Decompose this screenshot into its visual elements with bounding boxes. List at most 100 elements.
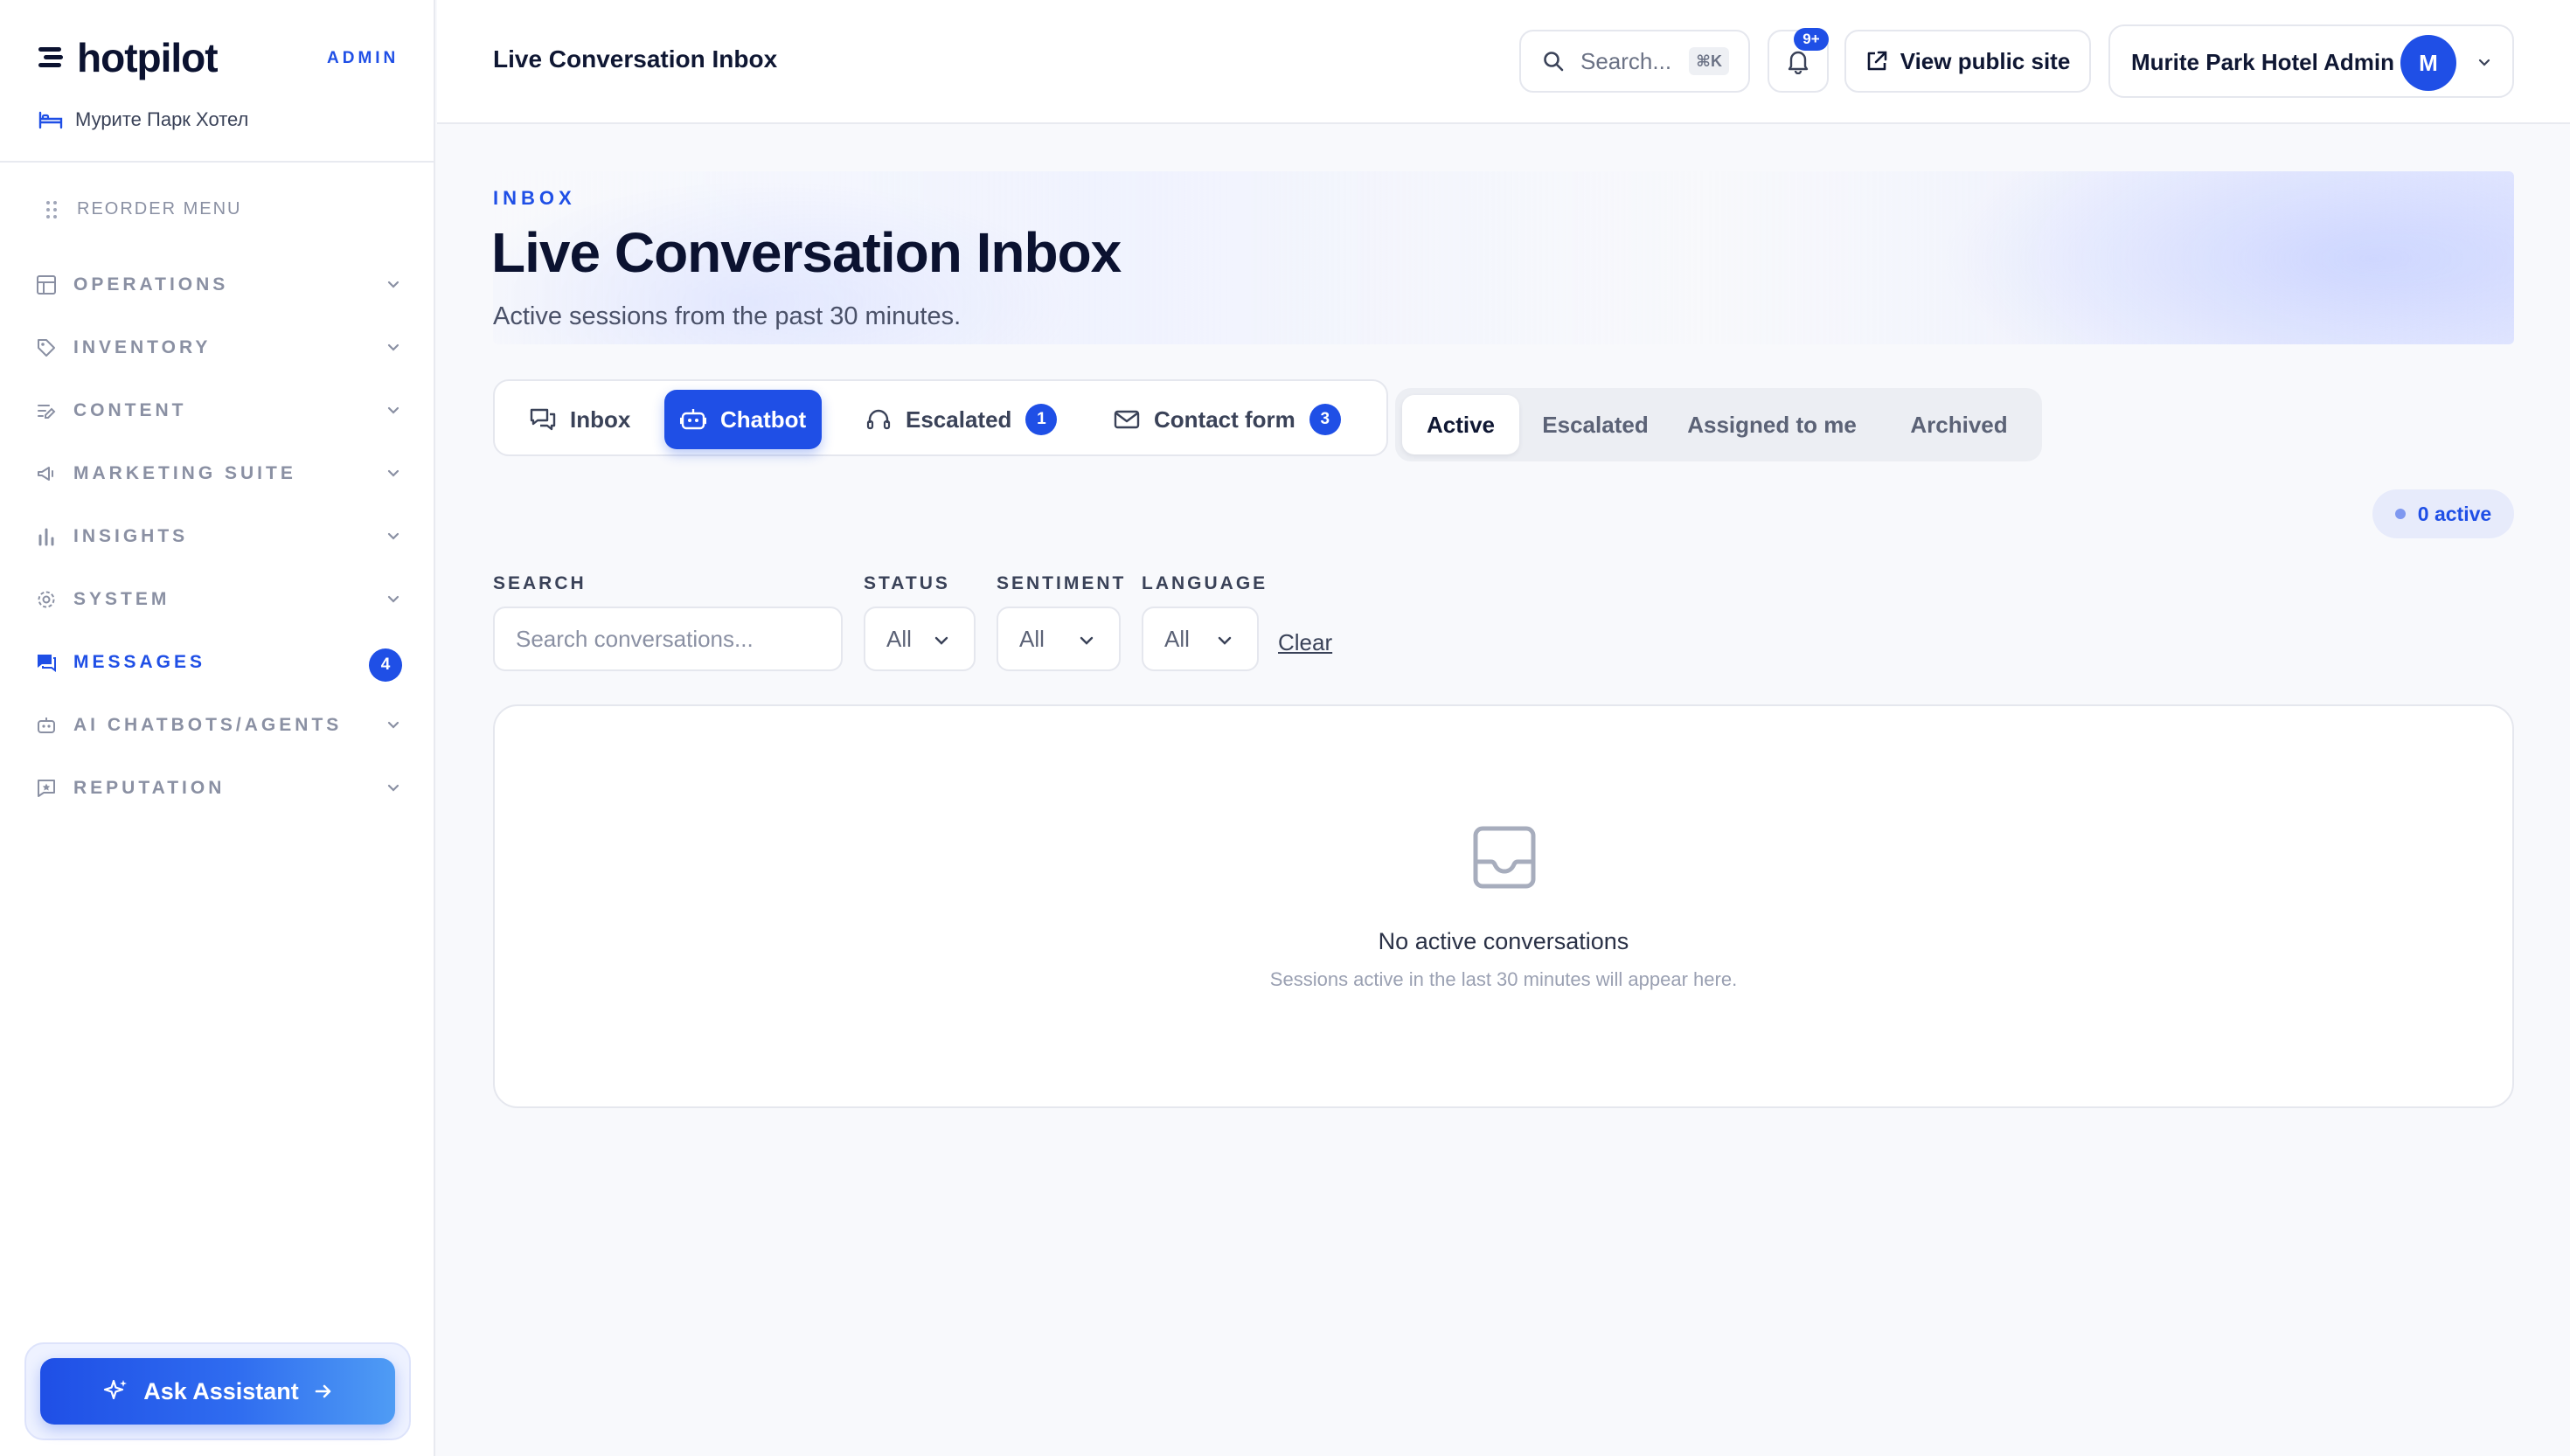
tab-chatbot[interactable]: Chatbot <box>664 390 823 449</box>
chevron-down-icon <box>387 406 399 414</box>
sidebar-item-label: CONTENT <box>73 400 187 420</box>
avatar: M <box>2400 35 2456 91</box>
review-icon <box>35 777 58 800</box>
topbar-title: Live Conversation Inbox <box>493 45 778 73</box>
user-menu-button[interactable]: Murite Park Hotel Admin M <box>2108 24 2514 98</box>
user-name: Murite Park Hotel Admin <box>2131 49 2394 75</box>
sidebar-item-ai-chatbots[interactable]: AI CHATBOTS/AGENTS <box>35 694 402 757</box>
search-icon <box>1544 52 1564 72</box>
tab-escalated-status[interactable]: Escalated <box>1530 395 1661 454</box>
gear-icon <box>35 588 58 611</box>
tab-archived[interactable]: Archived <box>1885 395 2033 454</box>
sentiment-select-value: All <box>1019 625 1045 652</box>
tab-label: Escalated <box>906 406 1012 433</box>
reorder-menu-button[interactable]: REORDER MENU <box>45 199 241 219</box>
sidebar-item-content[interactable]: CONTENT <box>35 379 402 442</box>
active-count-label: 0 active <box>2417 502 2492 525</box>
bed-icon <box>38 111 63 129</box>
tab-label: Contact form <box>1154 406 1295 433</box>
topbar: Live Conversation Inbox Search... ⌘K 9+ … <box>437 0 2570 124</box>
sidebar-item-inventory[interactable]: INVENTORY <box>35 316 402 379</box>
sidebar-item-label: REPUTATION <box>73 778 226 798</box>
hotel-name: Мурите Парк Хотел <box>75 108 249 130</box>
notifications-badge: 9+ <box>1794 28 1829 51</box>
edit-icon <box>35 399 58 422</box>
hotel-selector[interactable]: Мурите Парк Хотел <box>38 108 248 131</box>
admin-tag: ADMIN <box>327 49 399 67</box>
drag-handle-icon <box>46 200 57 218</box>
bot-icon <box>680 409 706 430</box>
reorder-menu-label: REORDER MENU <box>77 199 242 218</box>
chevron-down-icon <box>1218 636 1232 645</box>
chevron-down-icon <box>1080 636 1094 645</box>
sidebar-item-label: MARKETING SUITE <box>73 463 296 483</box>
inbox-chat-icon <box>530 408 556 431</box>
sidebar-item-messages[interactable]: MESSAGES 4 <box>35 631 402 694</box>
brand-logo[interactable]: hotpilot <box>38 31 219 84</box>
sidebar-item-label: INSIGHTS <box>73 526 189 546</box>
tab-label: Inbox <box>570 406 631 433</box>
empty-state-title: No active conversations <box>1378 928 1629 954</box>
brand-name: hotpilot <box>77 35 219 80</box>
clear-filters-link[interactable]: Clear <box>1278 629 1332 656</box>
chevron-down-icon <box>387 281 399 288</box>
megaphone-icon <box>35 462 58 485</box>
language-select[interactable]: All <box>1142 607 1259 671</box>
global-search[interactable]: Search... ⌘K <box>1519 30 1750 93</box>
assistant-container: Ask Assistant <box>24 1342 411 1440</box>
sidebar-item-label: AI CHATBOTS/AGENTS <box>73 715 343 735</box>
sidebar-item-label: OPERATIONS <box>73 274 229 295</box>
tab-contact-form[interactable]: Contact form 3 <box>1098 390 1357 449</box>
arrow-right-icon <box>315 1384 331 1398</box>
sidebar-item-marketing-suite[interactable]: MARKETING SUITE <box>35 442 402 505</box>
channel-tabs: Inbox Chatbot Escalated 1 Contact form 3 <box>493 379 1388 456</box>
escalated-count-badge: 1 <box>1025 404 1058 435</box>
sentiment-select[interactable]: All <box>997 607 1121 671</box>
sidebar-item-label: MESSAGES <box>73 652 206 672</box>
tab-active[interactable]: Active <box>1402 395 1519 454</box>
sidebar: hotpilot ADMIN Мурите Парк Хотел REORDER… <box>0 0 435 1456</box>
sparkle-icon <box>104 1379 128 1400</box>
inbox-tray-icon <box>1473 826 1536 889</box>
headset-icon <box>866 409 891 430</box>
page-subtitle: Active sessions from the past 30 minutes… <box>493 302 962 330</box>
sidebar-item-label: INVENTORY <box>73 337 212 357</box>
ask-assistant-label: Ask Assistant <box>143 1377 299 1404</box>
status-dot <box>2394 509 2406 519</box>
tag-icon <box>35 336 58 359</box>
sidebar-item-operations[interactable]: OPERATIONS <box>35 253 402 316</box>
status-select[interactable]: All <box>864 607 976 671</box>
tab-escalated[interactable]: Escalated 1 <box>850 390 1073 449</box>
contact-form-count-badge: 3 <box>1309 404 1341 435</box>
layout-icon <box>35 274 58 296</box>
chevron-down-icon <box>387 721 399 729</box>
global-search-placeholder: Search... <box>1580 47 1672 74</box>
tab-assigned-to-me[interactable]: Assigned to me <box>1671 395 1872 454</box>
ask-assistant-button[interactable]: Ask Assistant <box>40 1358 395 1425</box>
sidebar-item-insights[interactable]: INSIGHTS <box>35 505 402 568</box>
tab-inbox[interactable]: Inbox <box>514 390 646 449</box>
status-filter-label: STATUS <box>864 573 950 593</box>
bell-icon <box>1788 51 1809 74</box>
language-select-value: All <box>1164 625 1190 652</box>
sidebar-item-reputation[interactable]: REPUTATION <box>35 757 402 820</box>
chevron-down-icon <box>934 636 948 645</box>
sidebar-divider <box>0 161 434 163</box>
view-public-site-button[interactable]: View public site <box>1844 30 2091 93</box>
sidebar-item-label: SYSTEM <box>73 589 170 609</box>
page-eyebrow: INBOX <box>493 187 576 209</box>
sentiment-filter-label: SENTIMENT <box>997 573 1127 593</box>
tab-label: Chatbot <box>720 406 807 433</box>
status-tabs: Active Escalated Assigned to me Archived <box>1395 388 2042 461</box>
active-count-badge: 0 active <box>2372 489 2514 538</box>
status-select-value: All <box>886 625 912 652</box>
search-conversations-input[interactable] <box>493 607 843 671</box>
language-filter-label: LANGUAGE <box>1142 573 1268 593</box>
view-public-site-label: View public site <box>1900 47 2071 74</box>
chat-icon <box>35 651 58 674</box>
conversation-list-card: No active conversations Sessions active … <box>493 704 2514 1108</box>
sidebar-item-system[interactable]: SYSTEM <box>35 568 402 631</box>
chevron-down-icon <box>387 532 399 540</box>
messages-count-badge: 4 <box>369 648 402 682</box>
hotpilot-logo-icon <box>38 47 63 67</box>
